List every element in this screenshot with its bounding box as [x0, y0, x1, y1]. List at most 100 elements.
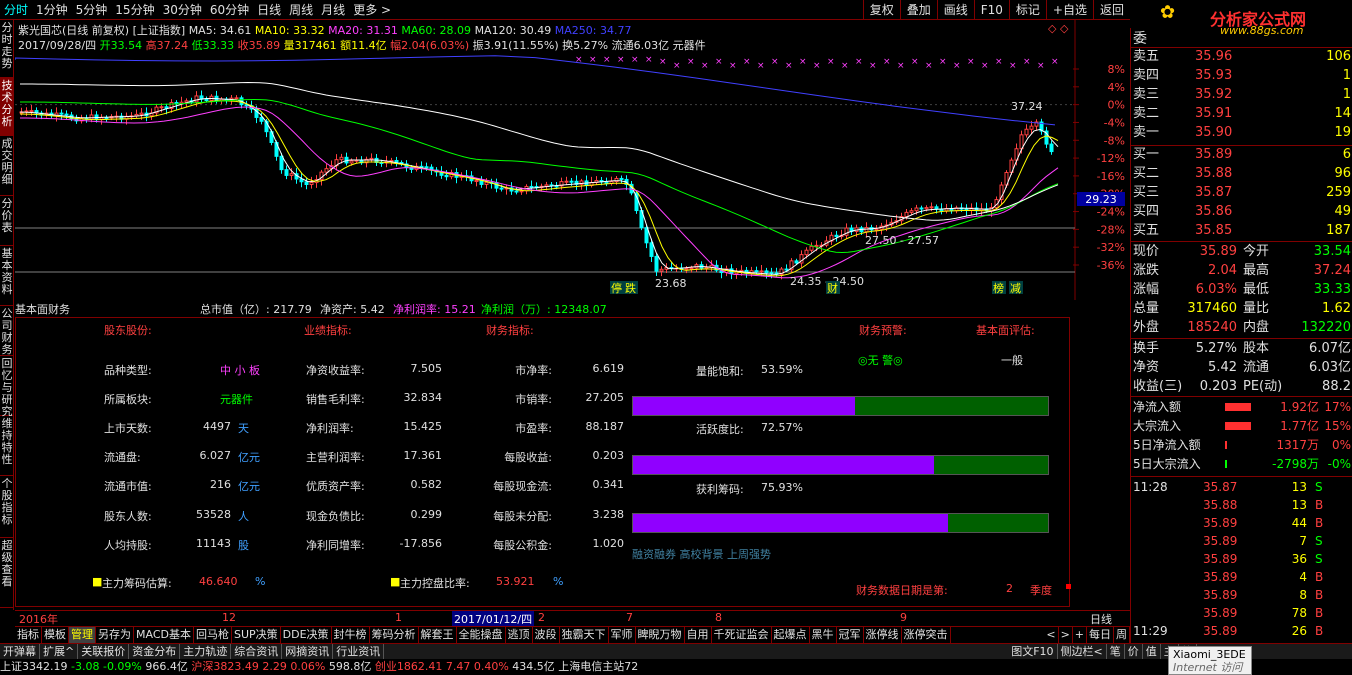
- indicator-tab-17[interactable]: 自用: [685, 627, 712, 643]
- tick-row-2: 35.89 44 B: [1133, 514, 1351, 532]
- indicator-tab-13[interactable]: 波段: [533, 627, 560, 643]
- tf-monthly[interactable]: 月线: [317, 0, 349, 20]
- bottom-item-1[interactable]: 扩展^: [40, 644, 79, 659]
- sell-row-0[interactable]: 卖五 35.96 106: [1133, 48, 1351, 66]
- kline-svg[interactable]: 8%4%0%-4%-8%-12%-16%-20%-24%-28%-32%-36%…: [14, 20, 1130, 300]
- indicator-tab-4[interactable]: MACD基本: [134, 627, 194, 643]
- bottom-item-5[interactable]: 综合资讯: [231, 644, 283, 659]
- indicator-tab-7[interactable]: DDE决策: [281, 627, 332, 643]
- indicator-tab-2[interactable]: 管理: [69, 627, 96, 643]
- candle-body-102: [529, 185, 534, 188]
- indicator-tab-11[interactable]: 全能操盘: [457, 627, 506, 643]
- stat-label-0: 现价: [1133, 244, 1160, 259]
- kline-chart[interactable]: 8%4%0%-4%-8%-12%-16%-20%-24%-28%-32%-36%…: [14, 20, 1130, 300]
- vtab-review[interactable]: 回忆与研究: [0, 356, 14, 418]
- candle-body-91: [474, 180, 479, 183]
- vtab-basic[interactable]: 基本资料: [0, 246, 14, 306]
- indicator-tab-5[interactable]: 回马枪: [194, 627, 232, 643]
- bottom-item-12[interactable]: 值: [1143, 644, 1161, 659]
- bottom-item-4[interactable]: 主力轨迹: [180, 644, 232, 659]
- ticker-server[interactable]: 上海电信主站72: [558, 660, 638, 673]
- sell-row-3[interactable]: 卖二 35.91 14: [1133, 105, 1351, 123]
- flow-value-0: 1.92亿: [1280, 400, 1319, 414]
- vtab-indicator[interactable]: 个股指标: [0, 476, 14, 538]
- indicator-tab-20[interactable]: 黑牛: [810, 627, 837, 643]
- ticker-sh[interactable]: 上证3342.19: [0, 660, 68, 673]
- period-label[interactable]: 日线: [1090, 611, 1112, 627]
- tabs-right-3[interactable]: 每日: [1087, 627, 1114, 643]
- indicator-tab-21[interactable]: 冠军: [837, 627, 864, 643]
- tf-fenshi[interactable]: 分时: [0, 0, 32, 20]
- panel-resize-dot[interactable]: [1066, 584, 1071, 589]
- indicator-tab-22[interactable]: 涨停线: [864, 627, 902, 643]
- indicator-tab-18[interactable]: 千死证监会: [712, 627, 772, 643]
- indicator-tab-0[interactable]: 指标: [15, 627, 42, 643]
- buy-row-4[interactable]: 买五 35.85 187: [1133, 222, 1351, 240]
- tabs-right-2[interactable]: +: [1073, 627, 1087, 643]
- tf-weekly[interactable]: 周线: [285, 0, 317, 20]
- tabs-right-controls: < > + 每日周: [1044, 627, 1130, 643]
- indicator-tab-10[interactable]: 解套王: [419, 627, 457, 643]
- indicator-tab-1[interactable]: 模板: [42, 627, 69, 643]
- add-watchlist-button[interactable]: +自选: [1045, 0, 1093, 20]
- indicator-tab-16[interactable]: 睥睨万物: [636, 627, 685, 643]
- time-label-7: 9: [900, 611, 907, 624]
- vtab-tech[interactable]: 技术分析: [0, 78, 14, 136]
- indicator-tab-23[interactable]: 涨停突击: [902, 627, 951, 643]
- bottom-item-10[interactable]: 笔: [1107, 644, 1125, 659]
- mark-button[interactable]: 标记: [1008, 0, 1046, 20]
- vtab-finance[interactable]: 公司财务: [0, 306, 14, 356]
- vtab-price-table[interactable]: 分价表: [0, 196, 14, 246]
- back-button[interactable]: 返回: [1092, 0, 1130, 20]
- buy-row-0[interactable]: 买一 35.89 6: [1133, 146, 1351, 164]
- vtab-super[interactable]: 超级查看: [0, 538, 14, 608]
- tf-more[interactable]: 更多 >: [349, 0, 395, 20]
- vtab-fenshi[interactable]: 分时走势: [0, 20, 14, 78]
- overlay-button[interactable]: 叠加: [899, 0, 937, 20]
- indicator-tab-6[interactable]: SUP决策: [232, 627, 281, 643]
- indicator-tab-9[interactable]: 筹码分析: [370, 627, 419, 643]
- bottom-item-9[interactable]: 侧边栏<: [1058, 644, 1107, 659]
- bottom-item-8[interactable]: 图文F10: [1008, 644, 1058, 659]
- bottom-item-11[interactable]: 价: [1125, 644, 1143, 659]
- concept-tags[interactable]: 融资融券 高校背景 上周强势: [632, 546, 771, 562]
- indicator-tab-15[interactable]: 军师: [609, 627, 636, 643]
- indicator-tab-19[interactable]: 起爆点: [772, 627, 810, 643]
- indicator-tab-8[interactable]: 封牛榜: [332, 627, 370, 643]
- pct-label-9: -28%: [1097, 223, 1125, 236]
- buy-row-3[interactable]: 买四 35.86 49: [1133, 203, 1351, 221]
- bottom-item-7[interactable]: 行业资讯: [333, 644, 385, 659]
- buy-row-1[interactable]: 买二 35.88 96: [1133, 165, 1351, 183]
- tabs-right-1[interactable]: >: [1059, 627, 1073, 643]
- sell-row-2[interactable]: 卖三 35.92 1: [1133, 86, 1351, 104]
- indicator-tab-3[interactable]: 另存为: [96, 627, 134, 643]
- vtab-feature[interactable]: 维持特性: [0, 416, 14, 476]
- stat2-row-0: 换手 5.27% 股本 6.07亿: [1133, 340, 1351, 358]
- f10-button[interactable]: F10: [973, 0, 1009, 20]
- tabs-right-0[interactable]: <: [1044, 627, 1059, 643]
- tf-30min[interactable]: 30分钟: [159, 0, 206, 20]
- bottom-item-6[interactable]: 网摘资讯: [282, 644, 334, 659]
- bottom-item-3[interactable]: 资金分布: [129, 644, 181, 659]
- signal-mark-4: ×: [631, 55, 639, 65]
- indicator-tab-14[interactable]: 独霸天下: [560, 627, 609, 643]
- sell-row-4[interactable]: 卖一 35.90 19: [1133, 124, 1351, 142]
- tf-daily[interactable]: 日线: [253, 0, 285, 20]
- fuquan-button[interactable]: 复权: [862, 0, 900, 20]
- tf-5min[interactable]: 5分钟: [72, 0, 112, 20]
- ticker-sz[interactable]: 沪深3823.49: [191, 660, 259, 673]
- ticker-cy[interactable]: 创业1862.41: [375, 660, 443, 673]
- bottom-item-0[interactable]: 开弹幕: [0, 644, 40, 659]
- buy-row-2[interactable]: 买三 35.87 259: [1133, 184, 1351, 202]
- tf-1min[interactable]: 1分钟: [32, 0, 72, 20]
- bottom-item-2[interactable]: 关联报价: [78, 644, 130, 659]
- vtab-trades[interactable]: 成交明细: [0, 136, 14, 196]
- candle-body-9: [64, 113, 69, 116]
- tf-60min[interactable]: 60分钟: [206, 0, 253, 20]
- signal-mark-18: ×: [827, 57, 835, 67]
- sell-row-1[interactable]: 卖四 35.93 1: [1133, 67, 1351, 85]
- tabs-right-4[interactable]: 周: [1114, 627, 1130, 643]
- draw-button[interactable]: 画线: [936, 0, 974, 20]
- indicator-tab-12[interactable]: 逃顶: [506, 627, 533, 643]
- tf-15min[interactable]: 15分钟: [111, 0, 158, 20]
